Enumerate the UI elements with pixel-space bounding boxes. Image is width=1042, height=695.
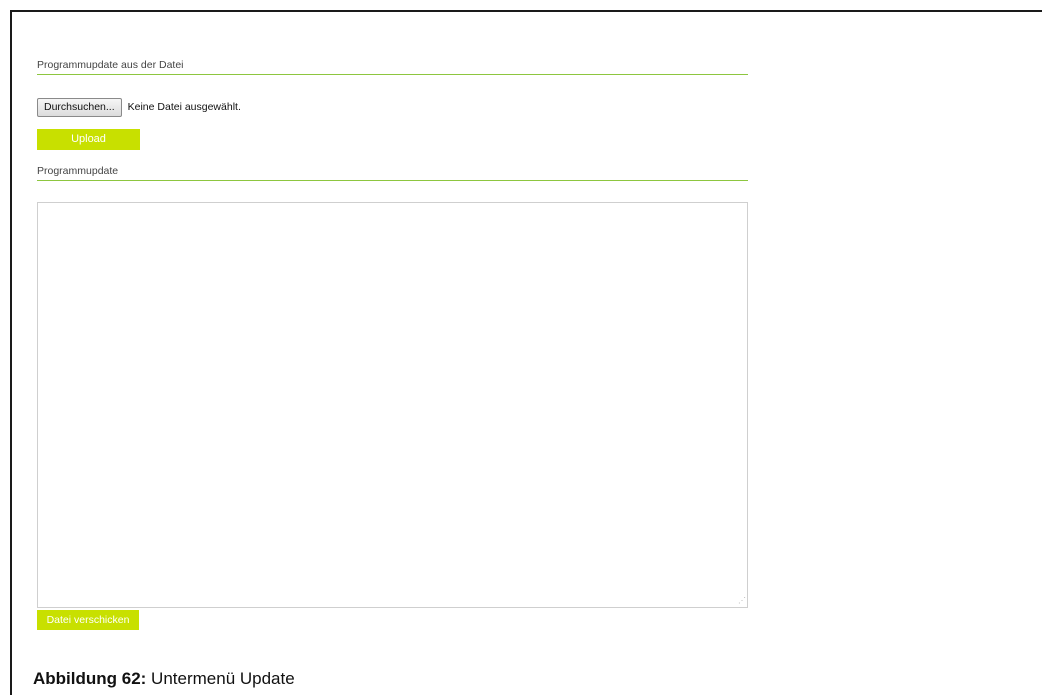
caption-text: Untermenü Update: [146, 669, 295, 688]
resize-grip-icon[interactable]: ⋰: [736, 596, 746, 606]
section-title-program-update: Programmupdate: [37, 165, 748, 181]
caption-label: Abbildung 62:: [33, 669, 147, 688]
file-input[interactable]: Durchsuchen... Keine Datei ausgewählt.: [37, 97, 241, 117]
upload-button[interactable]: Upload: [37, 129, 140, 150]
figure-caption: Abbildung 62: Untermenü Update: [33, 669, 295, 689]
send-file-button[interactable]: Datei verschicken: [37, 610, 139, 630]
program-update-textarea[interactable]: [37, 202, 748, 608]
section-title-file-update: Programmupdate aus der Datei: [37, 59, 748, 75]
browse-button[interactable]: Durchsuchen...: [37, 97, 122, 117]
file-status-text: Keine Datei ausgewählt.: [127, 101, 241, 113]
